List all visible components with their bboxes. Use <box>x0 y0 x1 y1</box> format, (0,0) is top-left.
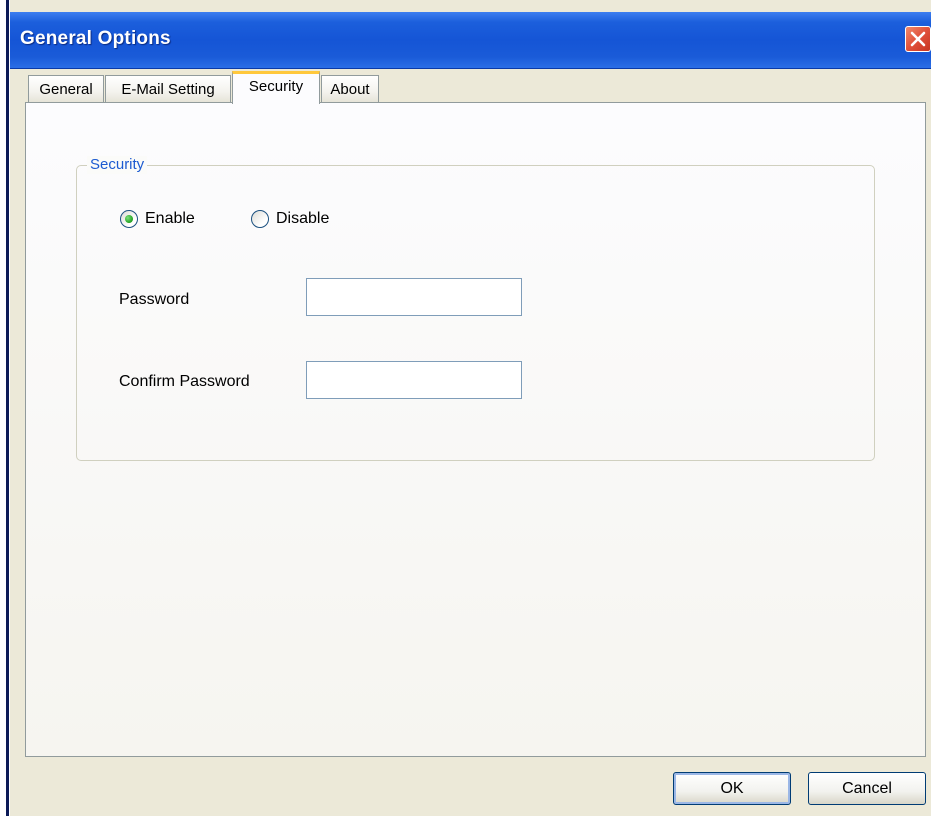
disable-radio[interactable] <box>251 210 269 228</box>
enable-label[interactable]: Enable <box>145 210 195 228</box>
ok-button[interactable]: OK <box>673 772 791 805</box>
tab-email-setting[interactable]: E-Mail Setting <box>105 75 231 102</box>
close-icon <box>910 31 926 47</box>
tab-about[interactable]: About <box>321 75 379 102</box>
security-group: Security Enable Disable Password Confirm… <box>76 156 875 461</box>
tab-general[interactable]: General <box>28 75 104 102</box>
security-group-title: Security <box>87 156 148 174</box>
general-options-window: General Options General E-Mail Setting S… <box>0 0 931 816</box>
cancel-button[interactable]: Cancel <box>808 772 926 805</box>
radio-selected-dot <box>125 215 133 223</box>
confirm-password-field[interactable] <box>306 361 522 399</box>
window-title: General Options <box>20 28 171 49</box>
tab-security[interactable]: Security <box>232 71 320 104</box>
confirm-password-label: Confirm Password <box>119 373 250 390</box>
title-bar[interactable]: General Options <box>10 12 931 69</box>
security-tab-panel: Security Enable Disable Password Confirm… <box>25 102 926 757</box>
password-field[interactable] <box>306 278 522 316</box>
left-edge <box>0 0 10 816</box>
disable-label[interactable]: Disable <box>276 210 329 228</box>
enable-radio[interactable] <box>120 210 138 228</box>
password-label: Password <box>119 291 190 308</box>
left-edge-bar <box>6 0 9 816</box>
close-button[interactable] <box>905 26 931 52</box>
dialog-body: General E-Mail Setting Security About Se… <box>10 69 931 816</box>
